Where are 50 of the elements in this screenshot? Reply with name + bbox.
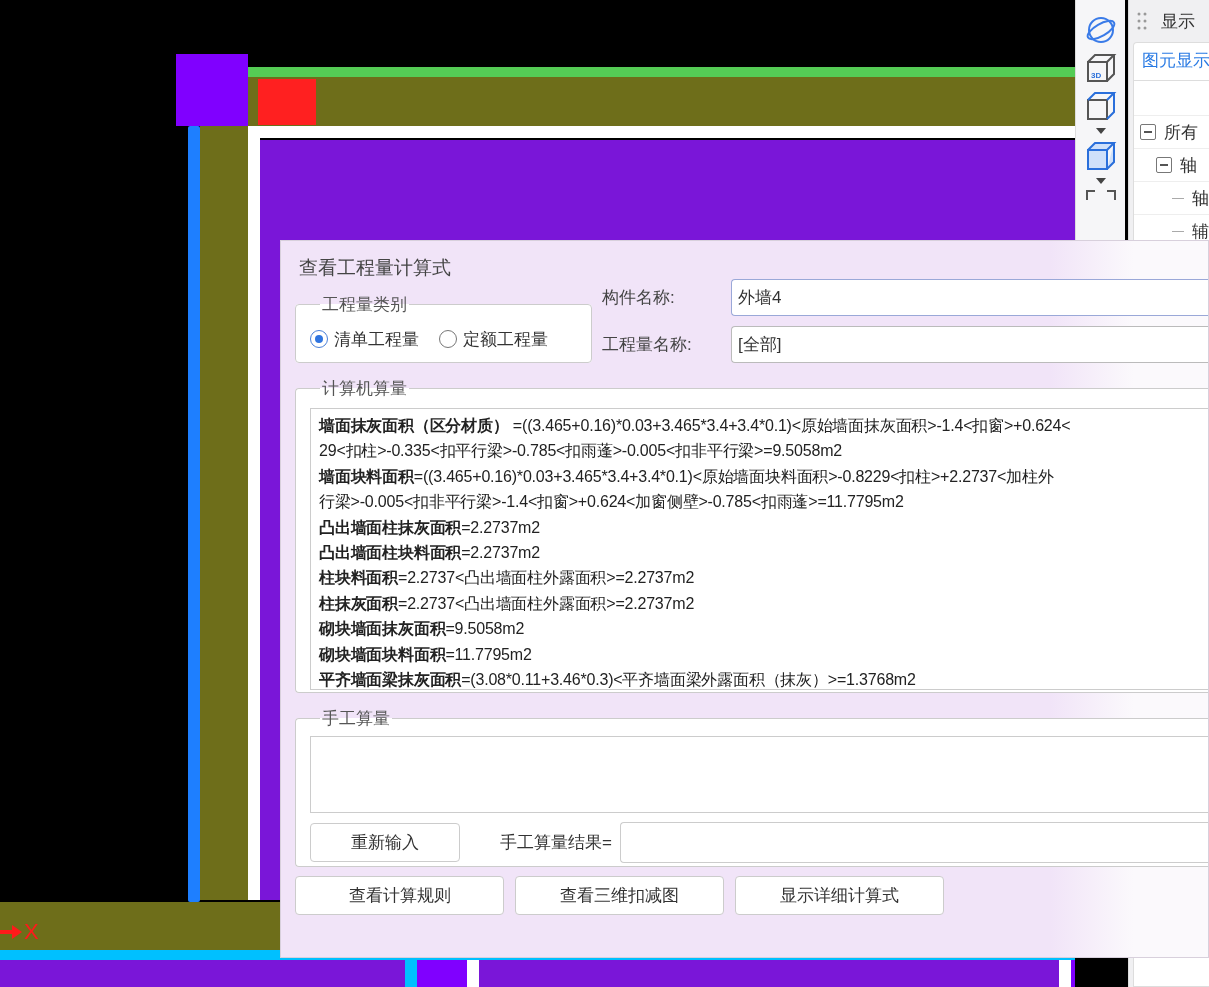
result-label: 手工算量结果= (500, 832, 612, 854)
axis-arrow-icon (0, 925, 22, 939)
caret-icon[interactable] (1095, 128, 1106, 134)
tree-item[interactable]: 所有 (1164, 120, 1198, 144)
formula-line: 柱块料面积=2.2737<凸出墙面柱外露面积>=2.2737m2 (319, 568, 696, 589)
manual-input-area[interactable] (310, 736, 1208, 813)
radio-button[interactable] (310, 330, 328, 348)
formula-line: 29<扣柱>-0.335<扣平行梁>-0.785<扣雨蓬>-0.005<扣非平行梁>=9.5058m2 (319, 441, 843, 462)
tree-item[interactable]: 轴 (1180, 153, 1197, 177)
formula-line: 砌块墙面抹灰面积=9.5058m2 (319, 619, 526, 640)
cube-icon[interactable] (1084, 140, 1117, 172)
panel-title: 显示 (1161, 10, 1195, 33)
radio-button[interactable] (439, 330, 457, 348)
selected-block (258, 79, 316, 125)
reset-button[interactable]: 重新输入 (310, 823, 460, 862)
formula-line: 柱抹灰面积=2.2737<凸出墙面柱外露面积>=2.2737m2 (319, 593, 696, 614)
tab[interactable]: 图元显示 (1133, 42, 1209, 80)
tree-item[interactable]: 轴 (1192, 186, 1209, 210)
result-field[interactable] (619, 822, 1208, 863)
field-label: 工程量名称: (602, 334, 693, 356)
axis-label: X (24, 920, 39, 944)
formula-line: 墙面块料面积=((3.465+0.16)*0.03+3.465*3.4+3.4*0.1)<原始墙面块料面积>-0.8229<扣柱>+2.2737<加柱外 (319, 466, 1055, 487)
orbit-icon[interactable] (1084, 14, 1117, 46)
group-title: 手工算量 (321, 708, 391, 730)
cube-icon[interactable] (1084, 90, 1117, 122)
radio-label[interactable]: 定额工程量 (463, 327, 548, 351)
caret-icon[interactable] (1095, 178, 1106, 184)
formula-line: 砌块墙面块料面积=11.7795m2 (319, 644, 533, 665)
column-shape (176, 54, 248, 126)
radio-label[interactable]: 清单工程量 (334, 327, 419, 351)
group-title: 计算机算量 (321, 378, 408, 400)
dialog-button[interactable]: 查看三维扣减图 (515, 876, 724, 915)
tree-item[interactable]: 辅 (1192, 219, 1209, 243)
text-field[interactable]: 外墙4 (731, 279, 1208, 316)
dialog-button[interactable]: 显示详细计算式 (735, 876, 944, 915)
formula-line: 墙面抹灰面积（区分材质） =((3.465+0.16)*0.03+3.465*3.4+3.4*0.1)<原始墙面抹灰面积>-1.4<扣窗>+0.624< (319, 416, 1072, 436)
group-title: 工程量类别 (321, 294, 408, 316)
text-field[interactable]: [全部] (731, 326, 1208, 363)
formula-line: 凸出墙面柱抹灰面积=2.2737m2 (319, 517, 541, 538)
dialog-title: 查看工程量计算式 (299, 256, 452, 280)
collapse-toggle-icon[interactable] (1156, 157, 1172, 173)
dialog-button[interactable]: 查看计算规则 (295, 876, 504, 915)
collapse-toggle-icon[interactable] (1140, 124, 1156, 140)
formula-line: 凸出墙面柱块料面积=2.2737m2 (319, 543, 541, 564)
drag-handle-icon[interactable] (1137, 12, 1147, 30)
field-label: 构件名称: (602, 287, 676, 309)
column-shape (417, 960, 467, 987)
column-shape (1071, 960, 1075, 987)
formula-line: 平齐墙面梁抹灰面积=(3.08*0.11+3.46*0.3)<平齐墙面梁外露面积（抹灰）>=1.3768m2 (319, 670, 917, 689)
formula-line: 行梁>-0.005<扣非平行梁>-1.4<扣窗>+0.624<加窗侧壁>-0.785<扣雨蓬>=11.7795m2 (319, 492, 905, 513)
